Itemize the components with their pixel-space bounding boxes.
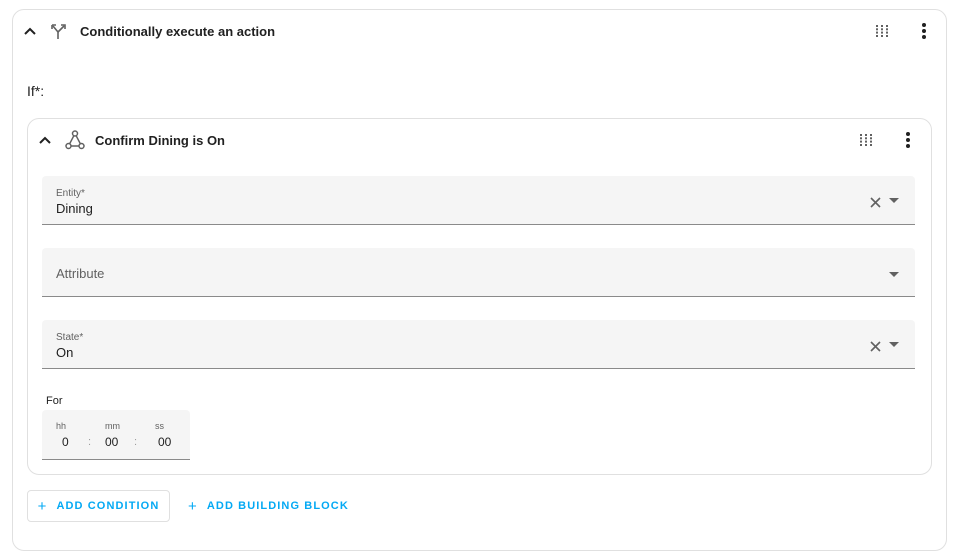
duration-input: hh 0 : mm 00 : ss 00 bbox=[42, 410, 190, 460]
state-select[interactable]: State* On bbox=[42, 320, 915, 369]
minutes-label: mm bbox=[105, 421, 120, 431]
condition-title: Confirm Dining is On bbox=[95, 133, 225, 148]
for-label: For bbox=[46, 395, 63, 407]
add-building-block-label: Add building block bbox=[206, 500, 349, 512]
seconds-input[interactable]: 00 bbox=[158, 435, 171, 449]
state-graph-icon bbox=[64, 129, 86, 151]
entity-select[interactable]: Entity* Dining bbox=[42, 176, 915, 225]
clear-icon[interactable] bbox=[870, 339, 881, 357]
time-separator: : bbox=[134, 436, 138, 448]
drag-handle-icon[interactable] bbox=[858, 132, 874, 148]
add-building-block-button[interactable]: + Add building block bbox=[188, 490, 349, 522]
dots-vertical-icon[interactable] bbox=[900, 130, 916, 150]
dropdown-arrow-icon[interactable] bbox=[889, 342, 899, 347]
dropdown-arrow-icon[interactable] bbox=[889, 198, 899, 203]
drag-handle-icon[interactable] bbox=[874, 23, 890, 39]
hours-label: hh bbox=[56, 421, 67, 431]
add-condition-button[interactable]: + Add condition bbox=[27, 490, 170, 522]
plus-icon: + bbox=[188, 497, 198, 515]
clear-icon[interactable] bbox=[870, 195, 881, 213]
entity-value: Dining bbox=[56, 201, 93, 216]
dots-vertical-icon[interactable] bbox=[916, 21, 932, 41]
plus-icon: + bbox=[37, 497, 48, 515]
dropdown-arrow-icon[interactable] bbox=[889, 272, 899, 277]
seconds-label: ss bbox=[155, 421, 164, 431]
chevron-up-icon[interactable] bbox=[37, 133, 53, 147]
hours-input[interactable]: 0 bbox=[62, 435, 69, 449]
action-title: Conditionally execute an action bbox=[80, 24, 276, 39]
if-label: If*: bbox=[27, 83, 45, 99]
add-condition-label: Add condition bbox=[56, 500, 160, 512]
minutes-input[interactable]: 00 bbox=[105, 435, 118, 449]
call-split-icon bbox=[49, 21, 69, 41]
entity-label: Entity* bbox=[56, 188, 85, 199]
state-value: On bbox=[56, 345, 74, 360]
chevron-up-icon[interactable] bbox=[22, 24, 38, 38]
time-separator: : bbox=[88, 436, 92, 448]
state-label: State* bbox=[56, 332, 84, 343]
attribute-placeholder: Attribute bbox=[56, 266, 105, 281]
attribute-select[interactable]: Attribute bbox=[42, 248, 915, 297]
